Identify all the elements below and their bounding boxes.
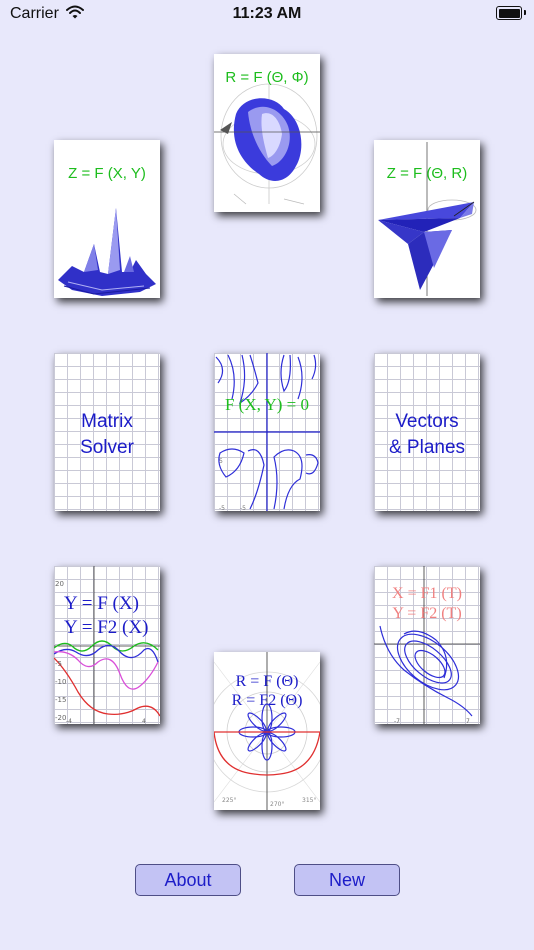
parametric-plot-card[interactable]: -7 7 X = F1 (T) Y = F2 (T) [374, 566, 480, 724]
svg-text:315°: 315° [302, 797, 316, 804]
matrix-solver-line2: Solver [80, 437, 134, 458]
cylindrical-plot-card[interactable]: Z = F (Θ, R) [374, 140, 480, 298]
status-bar: Carrier 11:23 AM [0, 0, 534, 30]
surface-plot-icon [58, 208, 156, 296]
svg-text:5: 5 [219, 458, 223, 465]
cartesian-plot-card[interactable]: 20 -5 -10 -15 -20 -4 4 Y = F (X) Y = F2 … [54, 566, 160, 724]
about-button[interactable]: About [135, 864, 241, 896]
svg-text:20: 20 [55, 580, 64, 588]
spherical-plot-icon [214, 83, 320, 205]
implicit-plot-card[interactable]: 5 -5 -5 F (X, Y) = 0 [214, 353, 320, 511]
new-button[interactable]: New [294, 864, 400, 896]
matrix-solver-card[interactable]: Matrix Solver [54, 353, 160, 511]
svg-text:-10: -10 [55, 678, 66, 686]
svg-text:7: 7 [466, 718, 470, 724]
implicit-plot-icon: 5 -5 -5 [214, 353, 320, 511]
svg-text:-20: -20 [55, 714, 66, 722]
clock: 11:23 AM [232, 5, 302, 22]
vectors-planes-card[interactable]: Vectors & Planes [374, 353, 480, 511]
svg-text:270°: 270° [270, 801, 284, 808]
vectors-planes-line1: Vectors [395, 411, 459, 432]
svg-text:-7: -7 [394, 718, 400, 724]
svg-text:-5: -5 [219, 505, 225, 511]
parametric-plot-icon: -7 7 [374, 566, 480, 724]
svg-text:-5: -5 [55, 660, 62, 668]
matrix-solver-line1: Matrix [81, 411, 133, 432]
svg-text:-4: -4 [66, 718, 72, 724]
vectors-planes-label: Vectors & Planes [374, 409, 480, 461]
svg-text:-5: -5 [240, 505, 246, 511]
surface-plot-card[interactable]: Z = F (X, Y) [54, 140, 160, 298]
polar-plot-icon: 225° 270° 315° [214, 652, 320, 810]
polar-plot-card[interactable]: 225° 270° 315° R = F (Θ) R = F2 (Θ) [214, 652, 320, 810]
svg-text:225°: 225° [222, 797, 236, 804]
matrix-solver-label: Matrix Solver [54, 409, 160, 461]
spherical-plot-card[interactable]: R = F (Θ, Φ) [214, 54, 320, 212]
battery-icon [496, 6, 526, 20]
svg-text:4: 4 [142, 718, 146, 724]
cylindrical-plot-icon [378, 142, 477, 296]
vectors-planes-line2: & Planes [388, 437, 466, 458]
svg-text:-15: -15 [55, 696, 66, 704]
cartesian-plot-icon: 20 -5 -10 -15 -20 -4 4 [54, 566, 160, 724]
